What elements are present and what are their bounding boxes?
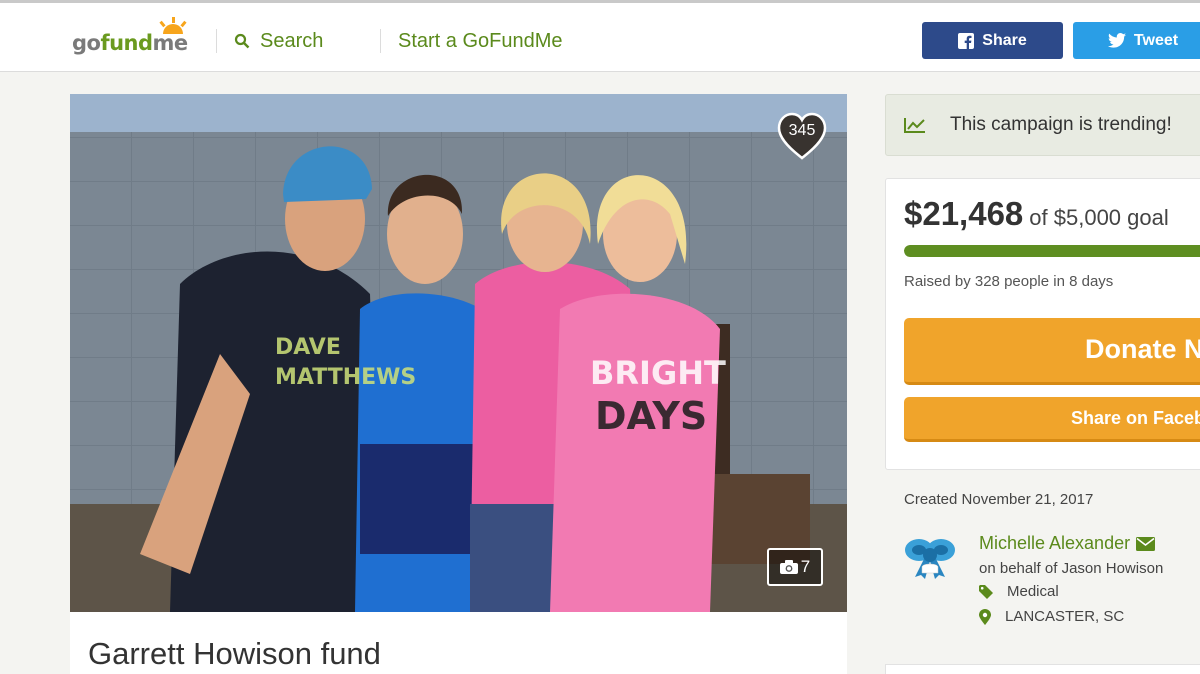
organizer-name-link[interactable]: Michelle Alexander bbox=[979, 533, 1156, 554]
facebook-share-label: Share bbox=[982, 31, 1027, 49]
nav-divider bbox=[380, 29, 381, 53]
created-date: Created November 21, 2017 bbox=[904, 491, 1094, 508]
goal-amount: of $5,000 goal bbox=[1029, 205, 1169, 230]
trending-icon bbox=[904, 118, 925, 133]
svg-text:DAYS: DAYS bbox=[595, 394, 707, 438]
facebook-icon bbox=[958, 32, 975, 49]
logo-wordmark: gofundme bbox=[72, 31, 188, 55]
raised-by-text: Raised by 328 people in 8 days bbox=[904, 273, 1114, 290]
share-on-facebook-button[interactable]: Share on Facebook bbox=[904, 397, 1200, 442]
logo-go: go bbox=[72, 31, 101, 55]
twitter-icon bbox=[1107, 33, 1126, 48]
photo-gallery-button[interactable]: 7 bbox=[767, 548, 823, 586]
camera-icon bbox=[779, 560, 798, 574]
email-icon[interactable] bbox=[1136, 536, 1156, 551]
progress-bar bbox=[904, 245, 1200, 257]
svg-text:MATTHEWS: MATTHEWS bbox=[275, 365, 416, 390]
photo-count-label: 7 bbox=[800, 557, 811, 576]
donation-card: $21,468 of $5,000 goal Raised by 328 peo… bbox=[885, 178, 1200, 470]
top-navigation-bar: gofundme Search Start a GoFundMe Share T… bbox=[0, 0, 1200, 72]
category-label[interactable]: Medical bbox=[1007, 583, 1059, 600]
logo-fund: fund bbox=[100, 31, 153, 55]
nav-start-gofundme-link[interactable]: Start a GoFundMe bbox=[398, 27, 563, 55]
nav-start-label: Start a GoFundMe bbox=[398, 29, 563, 52]
location-pin-icon bbox=[979, 608, 991, 625]
nav-search-link[interactable]: Search bbox=[234, 27, 323, 55]
location-row: LANCASTER, SC bbox=[979, 608, 1124, 625]
search-icon bbox=[234, 33, 250, 49]
category-row: Medical bbox=[979, 583, 1059, 600]
location-label: LANCASTER, SC bbox=[1005, 608, 1125, 625]
organizer-avatar bbox=[905, 539, 955, 579]
svg-text:DAVE: DAVE bbox=[275, 335, 341, 360]
secondary-card bbox=[885, 664, 1200, 674]
trending-text: This campaign is trending! bbox=[950, 114, 1172, 135]
donate-now-button[interactable]: Donate Now bbox=[904, 318, 1200, 385]
twitter-tweet-label: Tweet bbox=[1133, 31, 1179, 49]
campaign-photo[interactable]: BRIGHT DAYS DAVE MATTHEWS bbox=[70, 94, 847, 612]
share-on-facebook-label: Share on Facebook bbox=[1071, 407, 1200, 428]
svg-text:BRIGHT: BRIGHT bbox=[590, 354, 726, 392]
campaign-title-card: Garrett Howison fund bbox=[70, 612, 847, 674]
organizer-name: Michelle Alexander bbox=[979, 533, 1131, 553]
facebook-share-button[interactable]: Share bbox=[922, 22, 1063, 59]
tag-icon bbox=[979, 584, 993, 599]
trending-banner: This campaign is trending! bbox=[885, 94, 1200, 156]
campaign-title: Garrett Howison fund bbox=[88, 636, 381, 671]
raised-amount: $21,468 bbox=[904, 195, 1024, 232]
family-photo-illustration: BRIGHT DAYS DAVE MATTHEWS bbox=[70, 94, 847, 612]
progress-fill bbox=[904, 245, 1200, 257]
nav-divider bbox=[216, 29, 217, 53]
heart-count: 345 bbox=[788, 122, 816, 139]
nav-search-label: Search bbox=[260, 29, 324, 52]
twitter-tweet-button[interactable]: Tweet bbox=[1073, 22, 1200, 59]
logo-me: me bbox=[152, 31, 189, 55]
on-behalf-of: on behalf of Jason Howison bbox=[979, 560, 1164, 577]
amount-raised: $21,468 of $5,000 goal bbox=[904, 195, 1169, 233]
gofundme-logo[interactable]: gofundme bbox=[72, 17, 202, 59]
